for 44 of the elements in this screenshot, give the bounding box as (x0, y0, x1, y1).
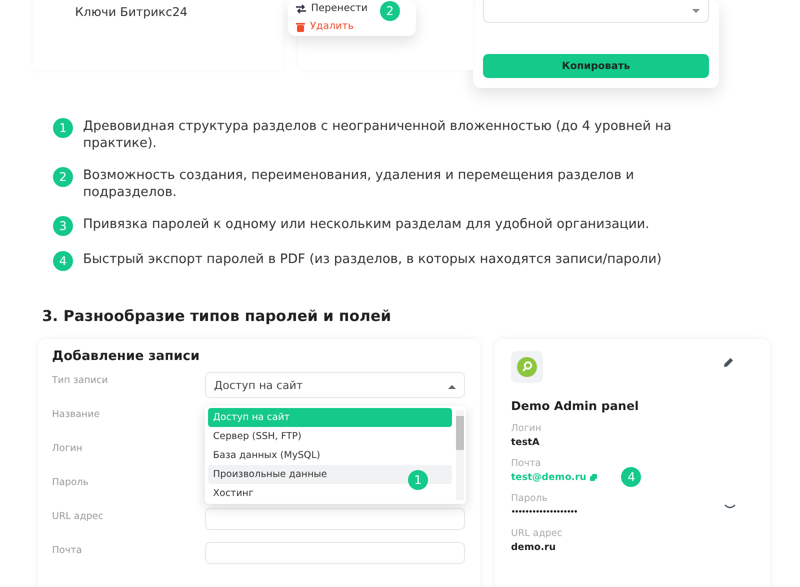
caret-icon (448, 385, 456, 389)
caret-icon (692, 9, 700, 13)
field-label: URL адрес (511, 528, 564, 539)
feature-text: Возможность создания, переименования, удаления и перемещения разделов и подразделов. (83, 167, 636, 201)
copy-button[interactable]: Копировать (483, 54, 709, 78)
select-field[interactable]: Доступ на сайт (205, 372, 465, 398)
field-label: Почта (511, 458, 542, 469)
field-label: Тип записи (52, 374, 109, 386)
tree-item[interactable]: Ключи Битрикс24 (75, 5, 283, 19)
section-heading: 3. Разнообразие типов паролей и полей (42, 307, 392, 325)
number-badge: 4 (53, 251, 73, 271)
copy-icon[interactable] (590, 474, 598, 480)
field-label: Пароль (511, 493, 548, 504)
number-badge: 3 (53, 216, 73, 236)
field-value: demo.ru (511, 542, 556, 552)
feature-text: Древовидная структура разделов с неограниченной вложенностью (до 4 уровней на практике). (83, 118, 672, 152)
number-badge: 1 (53, 118, 73, 138)
menu-item[interactable]: Удалить (296, 20, 354, 33)
menu-item[interactable]: Перенести (296, 2, 368, 15)
feature-text: Быстрый экспорт паролей в PDF (из разделов, в которых находятся записи/пароли) (83, 251, 663, 268)
arrows-icon (296, 4, 306, 14)
pencil-icon[interactable] (723, 357, 734, 368)
number-badge: 1 (408, 470, 428, 490)
field-label: Почта (52, 544, 83, 556)
field-value: testA (511, 436, 540, 448)
number-badge: 4 (621, 467, 642, 487)
field-label: Пароль (52, 476, 90, 488)
dropdown-option[interactable]: База данных (MySQL) (208, 446, 452, 465)
select-field[interactable] (483, 0, 709, 23)
scrollbar[interactable] (456, 410, 464, 500)
number-badge: 2 (380, 1, 400, 21)
feature-text: Привязка паролей к одному или нескольким разделам для удобной организации. (83, 216, 650, 233)
trash-icon (296, 22, 305, 32)
field-label: URL адрес (52, 510, 104, 522)
field-label: Логин (52, 442, 84, 454)
field-label: Логин (511, 423, 542, 434)
record-title: Demo Admin panel (511, 399, 640, 413)
input-field[interactable] (205, 508, 465, 530)
dropdown-option[interactable]: Сервер (SSH, FTP) (208, 427, 452, 446)
number-badge: 2 (53, 167, 73, 187)
input-field[interactable] (205, 542, 465, 564)
card-title: Добавление записи (52, 349, 201, 364)
field-label: Название (52, 408, 101, 420)
closed-eye-icon[interactable] (724, 504, 736, 510)
